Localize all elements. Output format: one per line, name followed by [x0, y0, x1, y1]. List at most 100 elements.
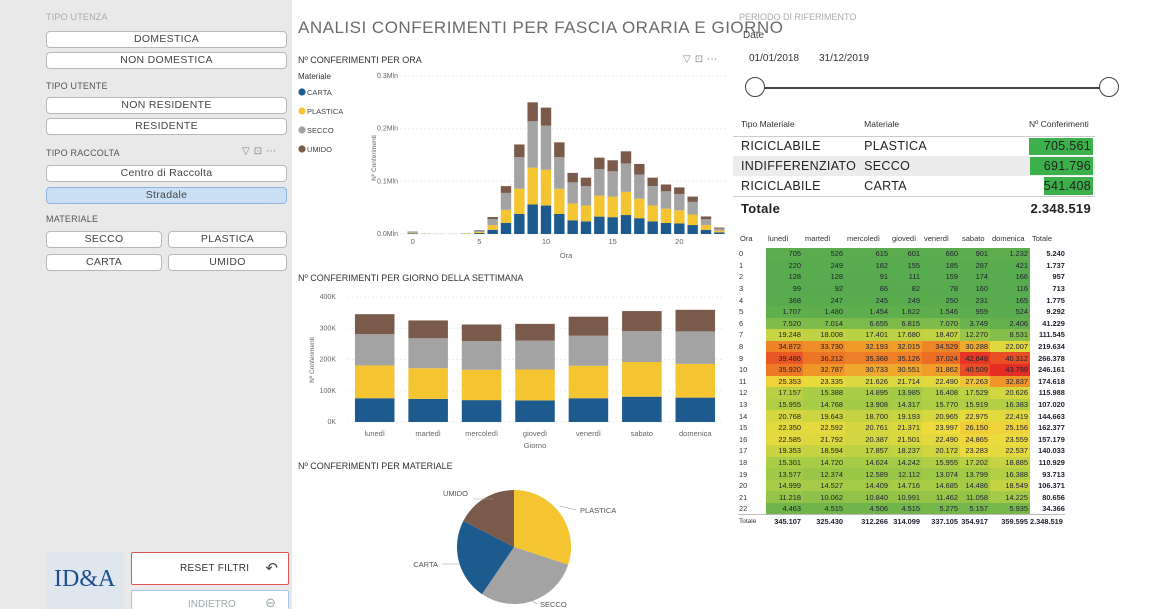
right-panel: PERIODO DI RIFERIMENTO Date 01/01/2018 3…: [733, 0, 1158, 609]
matrix-value-cell: 32.193: [845, 340, 890, 353]
slicer-item-non-domestica[interactable]: NON DOMESTICA: [46, 52, 287, 69]
bar-segment-secco: [500, 192, 512, 210]
col-header[interactable]: Tipo Materiale: [733, 112, 857, 137]
matrix-value-cell: 40.509: [960, 363, 990, 376]
col-header[interactable]: Materiale: [856, 112, 1022, 137]
filter-icon[interactable]: ▽: [242, 146, 254, 157]
matrix-hour-cell: 9: [738, 352, 766, 364]
pie-leader-line: [559, 505, 577, 511]
matrix-row[interactable]: 19 13.577 12.374 12.589 12.112 13.074 13.799 16…: [738, 468, 1065, 480]
more-options-icon[interactable]: ⋯: [266, 146, 280, 157]
summary-row[interactable]: INDIFFERENZIATO SECCO 691.796: [733, 156, 1095, 176]
matrix-row[interactable]: 8 34.872 33.730 32.193 32.015 34.529 30.288 22.…: [738, 340, 1065, 353]
slicer-item-umido[interactable]: UMIDO: [168, 254, 287, 271]
matrix-col-header[interactable]: giovedì: [890, 228, 922, 248]
matrix-value-cell: 6.815: [890, 317, 922, 330]
bar-segment-umido: [461, 324, 502, 342]
matrix-value-cell: 166: [990, 271, 1030, 283]
matrix-row[interactable]: 5 1.707 1.480 1.454 1.622 1.546 959 524 9.292: [738, 305, 1065, 318]
date-start-input[interactable]: 01/01/2018: [749, 53, 799, 64]
slicer-item-secco[interactable]: SECCO: [46, 231, 162, 248]
matrix-col-header[interactable]: mercoledì: [845, 228, 890, 248]
matrix-row[interactable]: 3 99 92 86 82 78 160 116 713: [738, 282, 1065, 295]
bar-segment-plastica: [607, 196, 618, 218]
matrix-row[interactable]: 22 4.463 4.515 4.506 4.515 5.275 5.157 5.935 34.…: [738, 503, 1065, 515]
bar-segment-carta: [407, 233, 418, 234]
matrix-value-cell: 7.070: [922, 317, 960, 330]
matrix-value-cell: 14.768: [803, 398, 845, 411]
slicer-item-centro-di-raccolta[interactable]: Centro di Raccolta: [46, 165, 287, 182]
matrix-hour-cell: 22: [738, 503, 766, 515]
matrix-row[interactable]: 1 220 249 182 155 185 287 421 1.737: [738, 259, 1065, 272]
summary-row[interactable]: RICICLABILE PLASTICA 705.561: [733, 136, 1095, 156]
matrix-total-cell: 2.348.519: [1030, 514, 1065, 529]
matrix-row[interactable]: 20 14.999 14.527 14.409 14.716 14.685 14.486 18…: [738, 479, 1065, 492]
matrix-value-cell: 19.193: [890, 410, 922, 422]
matrix-hour-cell: 0: [738, 248, 766, 260]
matrix-row[interactable]: 4 368 247 245 249 250 231 165 1.775: [738, 294, 1065, 306]
matrix-row[interactable]: 16 22.585 21.792 20.387 21.501 22.490 24.865 23…: [738, 433, 1065, 446]
date-end-input[interactable]: 31/12/2019: [819, 53, 869, 64]
matrix-col-header[interactable]: martedì: [803, 228, 845, 248]
matrix-value-cell: 1.232: [990, 248, 1030, 260]
matrix-row[interactable]: 13 15.955 14.768 13.908 14.317 15.770 15.919 16…: [738, 398, 1065, 411]
bar-segment-plastica: [674, 210, 685, 224]
slicer-item-plastica[interactable]: PLASTICA: [168, 231, 287, 248]
matrix-col-header[interactable]: venerdì: [922, 228, 960, 248]
slicer-item-carta[interactable]: CARTA: [46, 254, 162, 271]
slicer-item-residente[interactable]: RESIDENTE: [46, 118, 287, 135]
filter-icon[interactable]: ▽: [683, 54, 695, 65]
matrix-value-cell: 7.014: [803, 317, 845, 330]
x-tick-label: venerdì: [576, 429, 601, 438]
matrix-value-cell: 18.008: [803, 329, 845, 341]
slicer-item-stradale[interactable]: Stradale: [46, 187, 287, 204]
matrix-row[interactable]: 12 17.157 15.388 14.895 13.985 16.408 17.529 20…: [738, 387, 1065, 399]
bar-segment-secco: [580, 186, 592, 206]
matrix-value-cell: 16.383: [990, 398, 1030, 411]
focus-mode-icon[interactable]: ⊡: [254, 146, 266, 157]
matrix-total-cell: 325.430: [803, 514, 845, 529]
matrix-col-header[interactable]: Totale: [1030, 228, 1065, 248]
matrix-value-cell: 19.248: [766, 329, 803, 341]
matrix-value-cell: 18.700: [845, 410, 890, 422]
y-tick-label: 0K: [327, 419, 336, 426]
matrix-row[interactable]: 11 25.353 23.335 21.626 21.714 22.490 27.263 32…: [738, 375, 1065, 388]
matrix-total-cell: 219.634: [1030, 340, 1065, 353]
bar-segment-plastica: [540, 169, 552, 206]
matrix-value-cell: 22.419: [990, 410, 1030, 422]
matrix-total-cell: 312.266: [845, 514, 890, 529]
reset-filters-label: RESET FILTRI: [180, 563, 250, 574]
matrix-row[interactable]: 15 22.350 22.592 20.761 21.371 23.997 26.150 25…: [738, 421, 1065, 434]
slicer-item-non-residente[interactable]: NON RESIDENTE: [46, 97, 287, 114]
bar-segment-secco: [647, 186, 658, 206]
back-button[interactable]: INDIETRO ⊖: [131, 590, 289, 609]
matrix-row[interactable]: 7 19.248 18.008 17.401 17.680 18.407 12.270 8.5…: [738, 329, 1065, 341]
matrix-row[interactable]: 6 7.520 7.014 6.655 6.815 7.070 3.749 2.406 41.2…: [738, 317, 1065, 330]
matrix-row[interactable]: 2 128 128 91 111 159 174 166 957: [738, 271, 1065, 283]
date-slider-start-handle[interactable]: [745, 77, 765, 97]
matrix-col-header[interactable]: domenica: [990, 228, 1030, 248]
bar-segment-secco: [714, 228, 725, 231]
matrix-row[interactable]: 21 11.218 10.062 10.840 10.991 11.462 11.058 14…: [738, 491, 1065, 504]
matrix-col-header[interactable]: Ora: [738, 228, 766, 248]
matrix-row[interactable]: 10 35.920 32.787 30.733 30.551 31.862 40.509 43…: [738, 363, 1065, 376]
matrix-row[interactable]: 18 15.301 14.720 14.624 14.242 15.955 17.202 18…: [738, 456, 1065, 469]
matrix-value-cell: 22.975: [960, 410, 990, 422]
matrix-total-cell: 713: [1030, 282, 1065, 295]
date-slider-track[interactable]: [753, 87, 1108, 89]
date-slider-end-handle[interactable]: [1099, 77, 1119, 97]
matrix-col-header[interactable]: lunedì: [766, 228, 803, 248]
focus-mode-icon[interactable]: ⊡: [695, 54, 707, 65]
matrix-row[interactable]: 0 705 526 615 601 660 901 1.232 5.240: [738, 248, 1065, 260]
matrix-col-header[interactable]: sabato: [960, 228, 990, 248]
slicer-item-domestica[interactable]: DOMESTICA: [46, 31, 287, 48]
matrix-row[interactable]: 14 20.768 19.643 18.700 19.193 20.965 22.975 22…: [738, 410, 1065, 422]
matrix-row[interactable]: 9 39.486 36.212 35.368 35.126 37.024 42.848 40.…: [738, 352, 1065, 364]
more-options-icon[interactable]: ⋯: [707, 54, 721, 65]
matrix-row[interactable]: 17 19.353 18.594 17.857 18.237 20.172 23.283 22…: [738, 445, 1065, 457]
matrix-hour-cell: 10: [738, 363, 766, 376]
reset-filters-button[interactable]: RESET FILTRI ↶: [131, 552, 289, 585]
summary-row[interactable]: RICICLABILE CARTA 541.408: [733, 176, 1095, 196]
bar-segment-secco: [407, 231, 418, 233]
col-header[interactable]: Nº Conferimenti: [1021, 112, 1095, 137]
